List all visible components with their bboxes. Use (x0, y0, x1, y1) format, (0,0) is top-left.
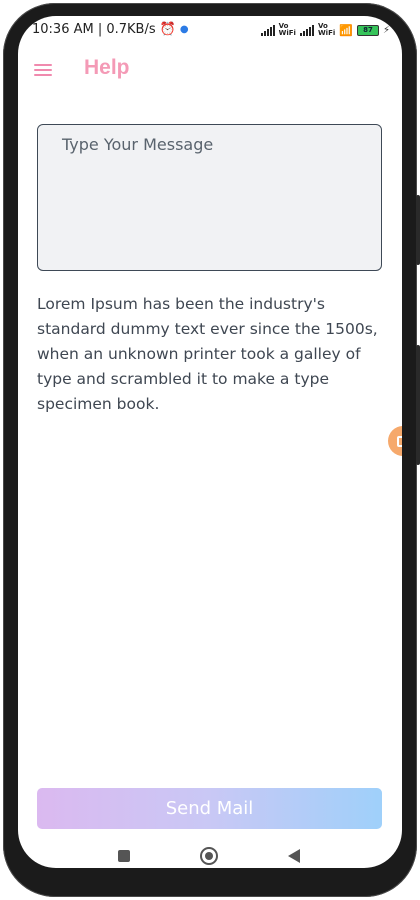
phone-device: 10:36 AM | 0.7KB/s ⏰ ● VoWiFi VoWiFi 📶 (0, 0, 420, 900)
screen: 10:36 AM | 0.7KB/s ⏰ ● VoWiFi VoWiFi 📶 (18, 16, 402, 868)
notification-dot-icon: ● (179, 24, 189, 35)
status-right: Vo WiFi Vo WiFi 📶 87 ⚡ (260, 22, 390, 37)
battery-icon: 87 (356, 24, 379, 36)
message-input[interactable] (37, 124, 382, 271)
power-button (416, 345, 420, 465)
help-description: Lorem Ipsum has been the industry's stan… (37, 295, 378, 413)
navigation-bar (18, 842, 402, 868)
vowifi-icon: Vo WiFi (278, 22, 296, 37)
status-bar: 10:36 AM | 0.7KB/s ⏰ ● VoWiFi VoWiFi 📶 (18, 16, 402, 46)
floating-assist-icon[interactable] (388, 426, 402, 456)
hamburger-menu-icon[interactable] (34, 63, 52, 77)
app-bar: Help (18, 52, 402, 92)
page-title: Help (84, 56, 130, 79)
send-mail-button[interactable]: Send Mail (37, 788, 382, 829)
wifi-icon: 📶 (339, 23, 353, 37)
home-icon[interactable] (200, 847, 218, 865)
alarm-icon: ⏰ (159, 22, 176, 37)
status-time-speed: 10:36 AM | 0.7KB/s (32, 22, 156, 37)
recents-icon[interactable] (118, 850, 130, 862)
signal-icon-2 (299, 24, 314, 36)
back-icon[interactable] (288, 849, 300, 863)
volume-button (416, 195, 420, 265)
vowifi-icon-2: Vo WiFi (317, 22, 336, 37)
status-left: 10:36 AM | 0.7KB/s ⏰ ● (32, 22, 189, 37)
charging-icon: ⚡ (382, 24, 390, 36)
signal-icon (260, 24, 275, 36)
